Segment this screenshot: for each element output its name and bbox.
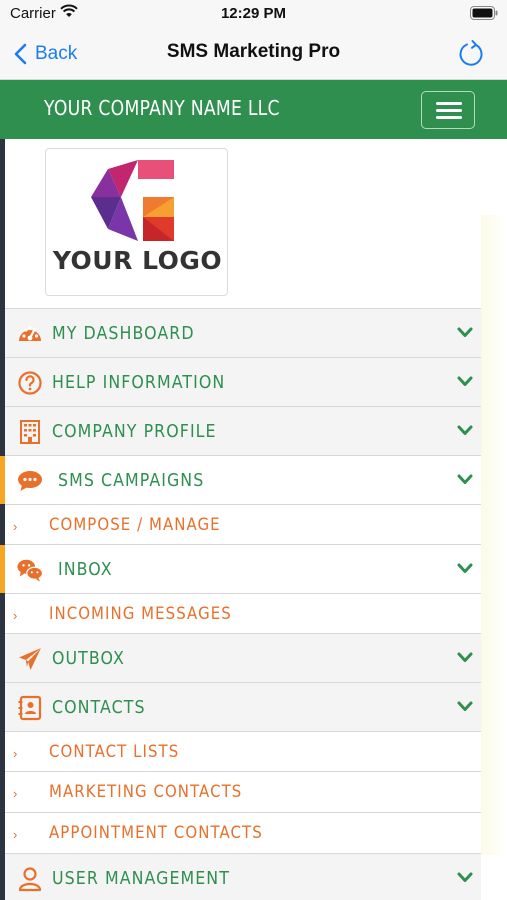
company-name: YOUR COMPANY NAME LLC [44,96,280,120]
menu-item-contacts[interactable]: CONTACTS [5,682,481,731]
address-book-icon [18,695,42,721]
submenu-item-label: COMPOSE / MANAGE [49,515,221,535]
chat-bubble-icon [18,471,42,491]
submenu-item-label: MARKETING CONTACTS [49,782,243,802]
menu-line-icon [436,116,462,119]
refresh-button[interactable] [457,38,485,73]
status-bar: Carrier 12:29 PM [0,0,507,28]
hamburger-menu-button[interactable] [421,91,475,129]
logo-text: YOUR LOGO [52,246,223,275]
navigation-menu: MY DASHBOARD HELP INFORMATION COMPANY PR… [0,308,481,900]
dashboard-gauge-icon [19,325,41,341]
user-icon [18,867,42,892]
menu-item-sms-campaigns[interactable]: SMS CAMPAIGNS [0,455,481,504]
question-circle-icon [18,371,42,395]
submenu-item-appointment-contacts[interactable]: › APPOINTMENT CONTACTS [5,812,481,853]
menu-item-label: INBOX [58,559,113,580]
chevron-down-icon [457,376,473,386]
active-marker [0,545,5,593]
building-icon [20,420,40,444]
status-time: 12:29 PM [220,5,287,22]
menu-item-my-dashboard[interactable]: MY DASHBOARD [5,308,481,357]
menu-item-label: MY DASHBOARD [52,323,195,344]
refresh-icon [459,40,483,66]
chevron-down-icon [457,652,473,662]
battery-icon [470,6,498,25]
chevron-down-icon [457,563,473,573]
menu-line-icon [436,109,462,112]
chevron-right-icon: › [13,746,18,761]
paper-plane-icon [19,648,41,670]
menu-item-outbox[interactable]: OUTBOX [5,633,481,682]
menu-item-user-management[interactable]: USER MANAGEMENT [5,853,481,900]
menu-item-help-information[interactable]: HELP INFORMATION [5,357,481,406]
chevron-down-icon [457,474,473,484]
content-edge [481,215,507,855]
logo-graphic [91,160,174,241]
chevron-right-icon: › [13,827,18,842]
submenu-item-marketing-contacts[interactable]: › MARKETING CONTACTS [5,771,481,812]
chevron-down-icon [457,425,473,435]
submenu-item-contact-lists[interactable]: › CONTACT LISTS [5,731,481,771]
submenu-item-label: APPOINTMENT CONTACTS [49,823,263,843]
menu-item-label: HELP INFORMATION [52,372,226,393]
chevron-right-icon: › [13,519,18,534]
menu-item-label: OUTBOX [52,648,125,669]
menu-item-label: USER MANAGEMENT [52,868,230,889]
chevron-down-icon [457,872,473,882]
menu-item-label: CONTACTS [52,697,146,718]
navigation-bar: Back SMS Marketing Pro [0,28,507,80]
chevron-right-icon: › [13,608,18,623]
submenu-item-label: CONTACT LISTS [49,742,180,762]
chevron-down-icon [457,327,473,337]
menu-item-label: COMPANY PROFILE [52,421,217,442]
app-header: YOUR COMPANY NAME LLC [0,80,507,139]
page-title: SMS Marketing Pro [166,41,341,62]
wechat-bubbles-icon [17,559,43,582]
submenu-item-label: INCOMING MESSAGES [49,604,232,624]
chevron-down-icon [457,701,473,711]
menu-line-icon [436,102,462,105]
submenu-item-incoming-messages[interactable]: › INCOMING MESSAGES [5,593,481,633]
menu-item-company-profile[interactable]: COMPANY PROFILE [5,406,481,455]
active-marker [0,456,5,504]
chevron-right-icon: › [13,786,18,801]
submenu-item-compose-manage[interactable]: › COMPOSE / MANAGE [5,504,481,544]
menu-item-inbox[interactable]: INBOX [0,544,481,593]
menu-item-label: SMS CAMPAIGNS [58,470,205,491]
company-logo: YOUR LOGO [45,148,228,296]
